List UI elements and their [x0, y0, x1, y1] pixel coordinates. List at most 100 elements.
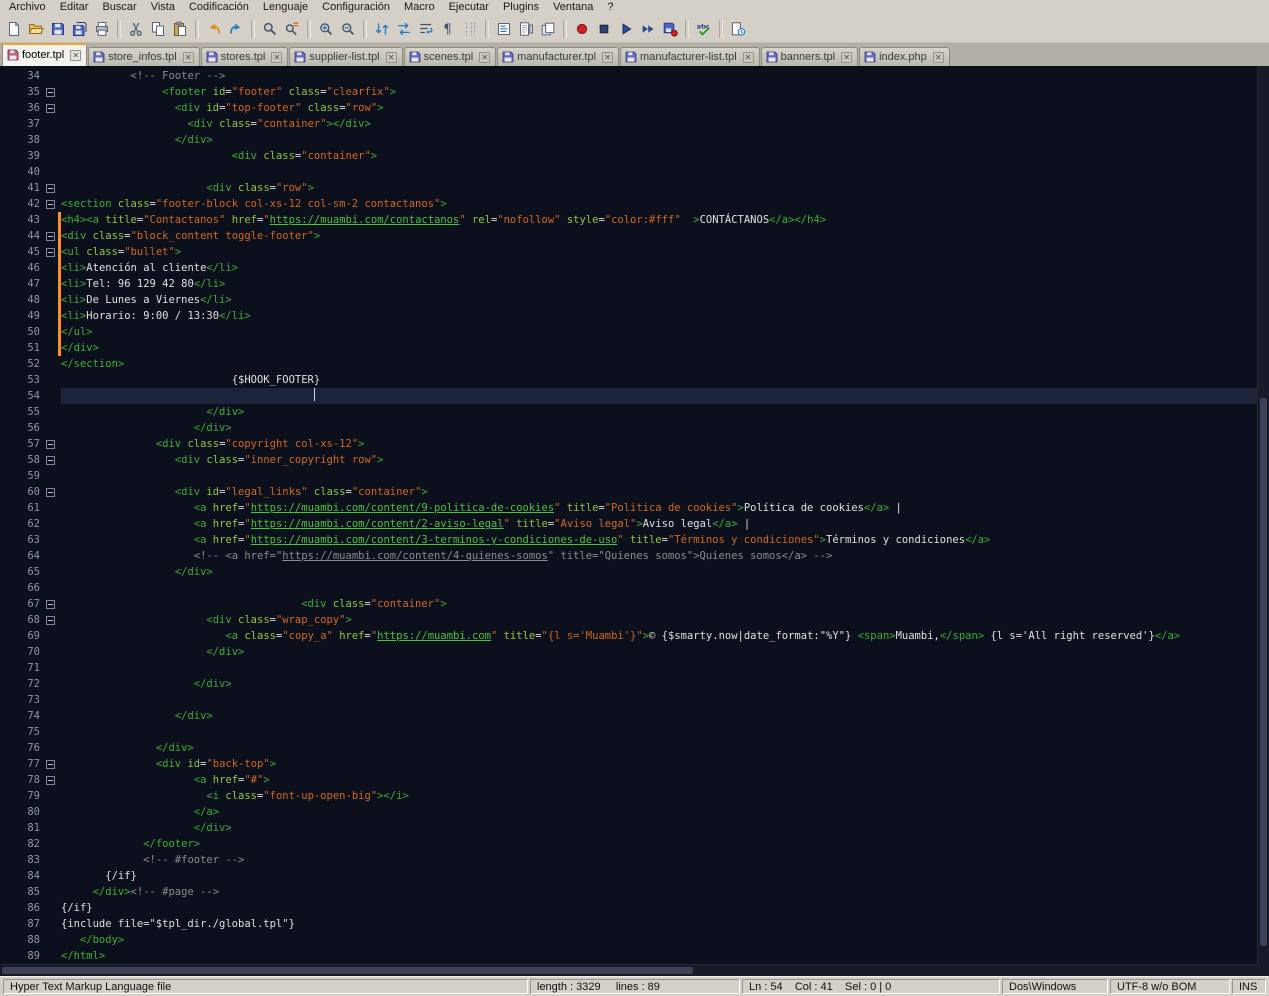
tab-supplier-list-tpl[interactable]: supplier-list.tpl✕	[289, 47, 402, 66]
code-line-41[interactable]: 41 <div class="row">	[0, 180, 1257, 196]
code-line-80[interactable]: 80 </a>	[0, 804, 1257, 820]
fold-collapse-icon[interactable]	[44, 84, 58, 100]
code-line-38[interactable]: 38 </div>	[0, 132, 1257, 148]
save-file-button[interactable]	[47, 18, 69, 40]
fold-collapse-icon[interactable]	[44, 596, 58, 612]
fold-collapse-icon[interactable]	[44, 100, 58, 116]
code-line-51[interactable]: 51</div>	[0, 340, 1257, 356]
playback-macro-button[interactable]	[615, 18, 637, 40]
code-line-62[interactable]: 62 <a href="https://muambi.com/content/2…	[0, 516, 1257, 532]
code-line-86[interactable]: 86{/if}	[0, 900, 1257, 916]
editor[interactable]: 34 <!-- Footer -->35 <footer id="footer"…	[0, 66, 1269, 976]
fold-collapse-icon[interactable]	[44, 452, 58, 468]
save-all-button[interactable]	[69, 18, 91, 40]
run-macro-multiple-times-button[interactable]	[637, 18, 659, 40]
tab-close-icon[interactable]: ✕	[479, 52, 490, 63]
sync-horizontal-scrolling-button[interactable]	[393, 18, 415, 40]
horizontal-scrollbar-thumb[interactable]	[2, 967, 693, 974]
code-line-64[interactable]: 64 <!-- <a href="https://muambi.com/cont…	[0, 548, 1257, 564]
undo-button[interactable]	[203, 18, 225, 40]
tab-close-icon[interactable]: ✕	[933, 52, 944, 63]
code-line-57[interactable]: 57 <div class="copyright col-xs-12">	[0, 436, 1257, 452]
spell-check-button[interactable]: abc	[693, 18, 715, 40]
code-line-77[interactable]: 77 <div id="back-top">	[0, 756, 1257, 772]
code-line-67[interactable]: 67 <div class="container">	[0, 596, 1257, 612]
code-line-40[interactable]: 40	[0, 164, 1257, 180]
fold-collapse-icon[interactable]	[44, 228, 58, 244]
fold-collapse-icon[interactable]	[44, 484, 58, 500]
menu-item-ventana[interactable]: Ventana	[546, 0, 600, 15]
show-indent-guide-button[interactable]	[459, 18, 481, 40]
code-line-83[interactable]: 83 <!-- #footer -->	[0, 852, 1257, 868]
word-wrap-button[interactable]	[415, 18, 437, 40]
tab-close-icon[interactable]: ✕	[70, 50, 81, 61]
code-line-47[interactable]: 47<li>Tel: 96 129 42 80</li>	[0, 276, 1257, 292]
replace-button[interactable]	[281, 18, 303, 40]
document-map-button[interactable]	[515, 18, 537, 40]
fold-collapse-icon[interactable]	[44, 612, 58, 628]
menu-item-archivo[interactable]: Archivo	[2, 0, 53, 15]
file-monitoring-button[interactable]	[727, 18, 749, 40]
fold-collapse-icon[interactable]	[44, 244, 58, 260]
tab-scenes-tpl[interactable]: scenes.tpl✕	[404, 47, 497, 66]
menu-item-configuraci-n[interactable]: Configuración	[315, 0, 397, 15]
show-all-characters-button[interactable]: ¶	[437, 18, 459, 40]
menu-item-lenguaje[interactable]: Lenguaje	[256, 0, 315, 15]
redo-button[interactable]	[225, 18, 247, 40]
code-line-69[interactable]: 69 <a class="copy_a" href="https://muamb…	[0, 628, 1257, 644]
code-line-84[interactable]: 84 {/if}	[0, 868, 1257, 884]
document-switcher-button[interactable]	[537, 18, 559, 40]
code-line-56[interactable]: 56 </div>	[0, 420, 1257, 436]
code-line-87[interactable]: 87{include file="$tpl_dir./global.tpl"}	[0, 916, 1257, 932]
find-button[interactable]	[259, 18, 281, 40]
code-line-85[interactable]: 85 </div><!-- #page -->	[0, 884, 1257, 900]
code-line-82[interactable]: 82 </footer>	[0, 836, 1257, 852]
zoom-out-button[interactable]	[337, 18, 359, 40]
code-line-55[interactable]: 55 </div>	[0, 404, 1257, 420]
tab-store-infos-tpl[interactable]: store_infos.tpl✕	[88, 47, 199, 66]
tab-close-icon[interactable]: ✕	[386, 52, 397, 63]
code-line-81[interactable]: 81 </div>	[0, 820, 1257, 836]
tab-close-icon[interactable]: ✕	[271, 52, 282, 63]
code-line-79[interactable]: 79 <i class="font-up-open-big"></i>	[0, 788, 1257, 804]
code-line-66[interactable]: 66	[0, 580, 1257, 596]
menu-item-macro[interactable]: Macro	[397, 0, 442, 15]
fold-collapse-icon[interactable]	[44, 772, 58, 788]
menu-item-plugins[interactable]: Plugins	[496, 0, 546, 15]
paste-button[interactable]	[169, 18, 191, 40]
fold-collapse-icon[interactable]	[44, 196, 58, 212]
tab-close-icon[interactable]: ✕	[841, 52, 852, 63]
code-line-34[interactable]: 34 <!-- Footer -->	[0, 68, 1257, 84]
code-line-65[interactable]: 65 </div>	[0, 564, 1257, 580]
zoom-in-button[interactable]	[315, 18, 337, 40]
record-macro-button[interactable]	[571, 18, 593, 40]
text-area[interactable]: 34 <!-- Footer -->35 <footer id="footer"…	[0, 66, 1257, 964]
menu-item-buscar[interactable]: Buscar	[95, 0, 143, 15]
code-line-45[interactable]: 45<ul class="bullet">	[0, 244, 1257, 260]
tab-close-icon[interactable]: ✕	[602, 52, 613, 63]
menu-item-editar[interactable]: Editar	[53, 0, 96, 15]
vertical-scrollbar-thumb[interactable]	[1260, 398, 1267, 946]
menu-item-?[interactable]: ?	[600, 0, 620, 15]
stop-macro-recording-button[interactable]	[593, 18, 615, 40]
code-line-53[interactable]: 53 {$HOOK_FOOTER}	[0, 372, 1257, 388]
vertical-scrollbar[interactable]	[1257, 66, 1269, 964]
code-line-76[interactable]: 76 </div>	[0, 740, 1257, 756]
fold-collapse-icon[interactable]	[44, 756, 58, 772]
tab-index-php[interactable]: index.php✕	[859, 47, 950, 66]
fold-collapse-icon[interactable]	[44, 436, 58, 452]
copy-button[interactable]	[147, 18, 169, 40]
horizontal-scrollbar[interactable]	[0, 964, 1257, 976]
save-recorded-macro-button[interactable]	[659, 18, 681, 40]
code-line-42[interactable]: 42<section class="footer-block col-xs-12…	[0, 196, 1257, 212]
code-line-49[interactable]: 49<li>Horario: 9:00 / 13:30</li>	[0, 308, 1257, 324]
code-line-39[interactable]: 39 <div class="container">	[0, 148, 1257, 164]
code-line-73[interactable]: 73	[0, 692, 1257, 708]
sync-vertical-scrolling-button[interactable]	[371, 18, 393, 40]
code-line-50[interactable]: 50</ul>	[0, 324, 1257, 340]
tab-close-icon[interactable]: ✕	[743, 52, 754, 63]
tab-banners-tpl[interactable]: banners.tpl✕	[761, 47, 858, 66]
code-line-48[interactable]: 48<li>De Lunes a Viernes</li>	[0, 292, 1257, 308]
code-line-43[interactable]: 43<h4><a title="Contactanos" href="https…	[0, 212, 1257, 228]
code-line-46[interactable]: 46<li>Atención al cliente</li>	[0, 260, 1257, 276]
